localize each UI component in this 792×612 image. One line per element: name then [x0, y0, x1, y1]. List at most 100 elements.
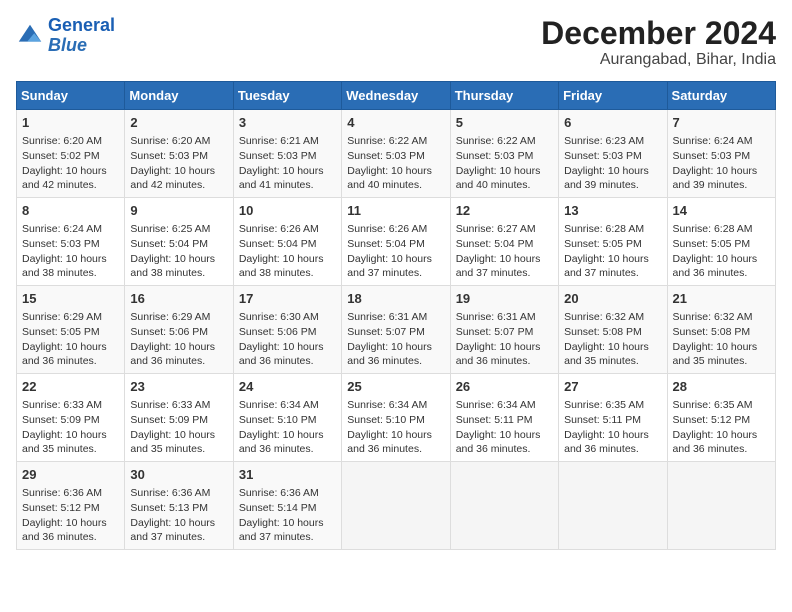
day-number: 23: [130, 378, 227, 396]
calendar-cell: 13 Sunrise: 6:28 AM Sunset: 5:05 PM Dayl…: [559, 198, 667, 286]
sunset-label: Sunset: 5:04 PM: [347, 238, 425, 250]
daylight-label: Daylight: 10 hours and 40 minutes.: [347, 165, 432, 192]
daylight-label: Daylight: 10 hours and 37 minutes.: [564, 253, 649, 280]
daylight-label: Daylight: 10 hours and 36 minutes.: [239, 429, 324, 456]
sunrise-label: Sunrise: 6:20 AM: [22, 135, 102, 147]
sunset-label: Sunset: 5:11 PM: [456, 414, 533, 426]
sunrise-label: Sunrise: 6:32 AM: [564, 311, 644, 323]
daylight-label: Daylight: 10 hours and 42 minutes.: [130, 165, 215, 192]
sunset-label: Sunset: 5:09 PM: [130, 414, 208, 426]
sunset-label: Sunset: 5:14 PM: [239, 502, 317, 514]
sunset-label: Sunset: 5:10 PM: [239, 414, 317, 426]
day-number: 12: [456, 202, 553, 220]
sunset-label: Sunset: 5:11 PM: [564, 414, 641, 426]
sunrise-label: Sunrise: 6:28 AM: [673, 223, 753, 235]
calendar-cell: 3 Sunrise: 6:21 AM Sunset: 5:03 PM Dayli…: [233, 110, 341, 198]
sunrise-label: Sunrise: 6:29 AM: [22, 311, 102, 323]
day-number: 9: [130, 202, 227, 220]
calendar-cell: 2 Sunrise: 6:20 AM Sunset: 5:03 PM Dayli…: [125, 110, 233, 198]
daylight-label: Daylight: 10 hours and 36 minutes.: [130, 341, 215, 368]
logo-text: General Blue: [48, 16, 115, 56]
sunset-label: Sunset: 5:07 PM: [456, 326, 534, 338]
sunrise-label: Sunrise: 6:31 AM: [347, 311, 427, 323]
sunset-label: Sunset: 5:03 PM: [456, 150, 534, 162]
week-row-3: 22 Sunrise: 6:33 AM Sunset: 5:09 PM Dayl…: [17, 374, 776, 462]
sunset-label: Sunset: 5:06 PM: [130, 326, 208, 338]
sunrise-label: Sunrise: 6:36 AM: [22, 487, 102, 499]
sunrise-label: Sunrise: 6:32 AM: [673, 311, 753, 323]
calendar-cell: [559, 461, 667, 549]
calendar-cell: 18 Sunrise: 6:31 AM Sunset: 5:07 PM Dayl…: [342, 286, 450, 374]
calendar-cell: 21 Sunrise: 6:32 AM Sunset: 5:08 PM Dayl…: [667, 286, 775, 374]
sunrise-label: Sunrise: 6:23 AM: [564, 135, 644, 147]
daylight-label: Daylight: 10 hours and 35 minutes.: [564, 341, 649, 368]
sunset-label: Sunset: 5:03 PM: [673, 150, 751, 162]
daylight-label: Daylight: 10 hours and 37 minutes.: [239, 517, 324, 544]
daylight-label: Daylight: 10 hours and 35 minutes.: [130, 429, 215, 456]
daylight-label: Daylight: 10 hours and 41 minutes.: [239, 165, 324, 192]
sunrise-label: Sunrise: 6:21 AM: [239, 135, 319, 147]
day-number: 10: [239, 202, 336, 220]
sunrise-label: Sunrise: 6:31 AM: [456, 311, 536, 323]
calendar-cell: 17 Sunrise: 6:30 AM Sunset: 5:06 PM Dayl…: [233, 286, 341, 374]
calendar-cell: 23 Sunrise: 6:33 AM Sunset: 5:09 PM Dayl…: [125, 374, 233, 462]
daylight-label: Daylight: 10 hours and 35 minutes.: [673, 341, 758, 368]
header-cell-thursday: Thursday: [450, 82, 558, 110]
day-number: 4: [347, 114, 444, 132]
calendar-cell: [450, 461, 558, 549]
daylight-label: Daylight: 10 hours and 37 minutes.: [456, 253, 541, 280]
day-number: 24: [239, 378, 336, 396]
daylight-label: Daylight: 10 hours and 36 minutes.: [347, 429, 432, 456]
day-number: 21: [673, 290, 770, 308]
sunset-label: Sunset: 5:09 PM: [22, 414, 100, 426]
calendar-cell: 15 Sunrise: 6:29 AM Sunset: 5:05 PM Dayl…: [17, 286, 125, 374]
sunset-label: Sunset: 5:03 PM: [564, 150, 642, 162]
sunset-label: Sunset: 5:03 PM: [22, 238, 100, 250]
sunset-label: Sunset: 5:12 PM: [22, 502, 100, 514]
day-number: 27: [564, 378, 661, 396]
sunrise-label: Sunrise: 6:25 AM: [130, 223, 210, 235]
sunset-label: Sunset: 5:05 PM: [22, 326, 100, 338]
sunrise-label: Sunrise: 6:24 AM: [22, 223, 102, 235]
header-cell-friday: Friday: [559, 82, 667, 110]
week-row-4: 29 Sunrise: 6:36 AM Sunset: 5:12 PM Dayl…: [17, 461, 776, 549]
daylight-label: Daylight: 10 hours and 38 minutes.: [239, 253, 324, 280]
sunset-label: Sunset: 5:12 PM: [673, 414, 751, 426]
calendar-cell: 16 Sunrise: 6:29 AM Sunset: 5:06 PM Dayl…: [125, 286, 233, 374]
calendar-cell: 26 Sunrise: 6:34 AM Sunset: 5:11 PM Dayl…: [450, 374, 558, 462]
day-number: 17: [239, 290, 336, 308]
calendar-cell: [667, 461, 775, 549]
daylight-label: Daylight: 10 hours and 36 minutes.: [673, 253, 758, 280]
daylight-label: Daylight: 10 hours and 39 minutes.: [564, 165, 649, 192]
location-title: Aurangabad, Bihar, India: [541, 51, 776, 69]
sunset-label: Sunset: 5:07 PM: [347, 326, 425, 338]
sunset-label: Sunset: 5:05 PM: [564, 238, 642, 250]
sunset-label: Sunset: 5:04 PM: [456, 238, 534, 250]
day-number: 6: [564, 114, 661, 132]
day-number: 3: [239, 114, 336, 132]
sunrise-label: Sunrise: 6:22 AM: [456, 135, 536, 147]
daylight-label: Daylight: 10 hours and 37 minutes.: [130, 517, 215, 544]
daylight-label: Daylight: 10 hours and 40 minutes.: [456, 165, 541, 192]
daylight-label: Daylight: 10 hours and 35 minutes.: [22, 429, 107, 456]
sunrise-label: Sunrise: 6:29 AM: [130, 311, 210, 323]
calendar-cell: 8 Sunrise: 6:24 AM Sunset: 5:03 PM Dayli…: [17, 198, 125, 286]
daylight-label: Daylight: 10 hours and 42 minutes.: [22, 165, 107, 192]
daylight-label: Daylight: 10 hours and 37 minutes.: [347, 253, 432, 280]
day-number: 14: [673, 202, 770, 220]
sunrise-label: Sunrise: 6:35 AM: [673, 399, 753, 411]
sunset-label: Sunset: 5:05 PM: [673, 238, 751, 250]
daylight-label: Daylight: 10 hours and 36 minutes.: [22, 517, 107, 544]
calendar-cell: 27 Sunrise: 6:35 AM Sunset: 5:11 PM Dayl…: [559, 374, 667, 462]
sunrise-label: Sunrise: 6:36 AM: [130, 487, 210, 499]
calendar-cell: 4 Sunrise: 6:22 AM Sunset: 5:03 PM Dayli…: [342, 110, 450, 198]
daylight-label: Daylight: 10 hours and 36 minutes.: [347, 341, 432, 368]
sunset-label: Sunset: 5:03 PM: [239, 150, 317, 162]
daylight-label: Daylight: 10 hours and 36 minutes.: [673, 429, 758, 456]
day-number: 18: [347, 290, 444, 308]
week-row-1: 8 Sunrise: 6:24 AM Sunset: 5:03 PM Dayli…: [17, 198, 776, 286]
calendar-cell: 1 Sunrise: 6:20 AM Sunset: 5:02 PM Dayli…: [17, 110, 125, 198]
week-row-2: 15 Sunrise: 6:29 AM Sunset: 5:05 PM Dayl…: [17, 286, 776, 374]
daylight-label: Daylight: 10 hours and 38 minutes.: [130, 253, 215, 280]
calendar-table: SundayMondayTuesdayWednesdayThursdayFrid…: [16, 81, 776, 550]
